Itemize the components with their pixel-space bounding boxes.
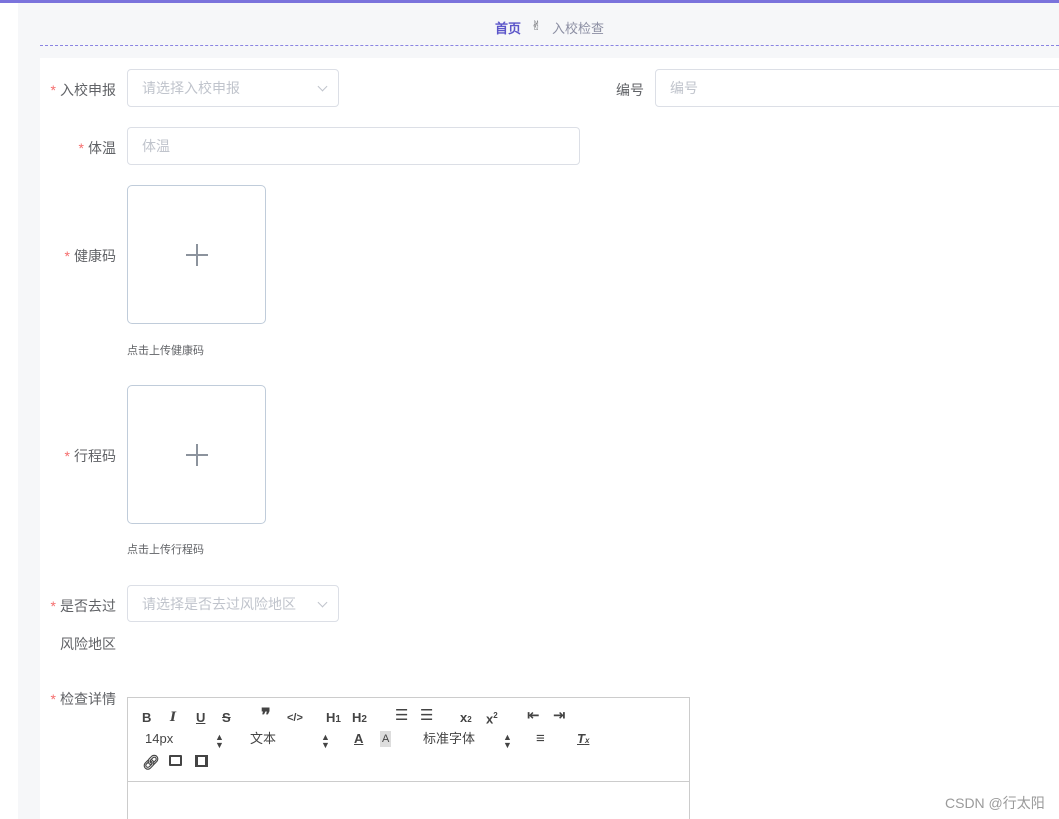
underline-icon[interactable]: U — [196, 710, 205, 726]
temperature-input[interactable]: 体温 — [127, 127, 580, 165]
trip-code-tip: 点击上传行程码 — [127, 544, 204, 556]
ordered-list-icon[interactable]: ☰ — [395, 708, 408, 724]
breadcrumb-home-link[interactable]: 首页 — [495, 18, 521, 37]
font-size-arrows-icon: ▲ ▼ — [215, 732, 224, 750]
number-input-placeholder: 编号 — [670, 80, 698, 96]
trip-code-label: * 行程码 — [64, 448, 116, 464]
blockquote-icon[interactable]: ❞ — [261, 707, 271, 725]
outdent-icon[interactable]: ⇤ — [527, 708, 540, 724]
code-block-icon[interactable]: </> — [287, 710, 303, 726]
superscript-icon[interactable]: x2 — [486, 708, 498, 727]
victory-hand-icon: ✌ — [531, 18, 542, 33]
header2-icon[interactable]: H2 — [352, 710, 367, 728]
temperature-input-placeholder: 体温 — [142, 138, 170, 154]
chevron-down-icon — [317, 81, 328, 92]
chevron-down-icon — [317, 597, 328, 608]
indent-icon[interactable]: ⇥ — [553, 708, 566, 724]
application-label: * 入校申报 — [50, 82, 116, 98]
risk-area-select[interactable]: 请选择是否去过风险地区 — [127, 585, 339, 622]
risk-area-select-placeholder: 请选择是否去过风险地区 — [142, 595, 296, 612]
bold-icon[interactable]: B — [142, 710, 151, 726]
editor-toolbar: B I U S ❞ </> H1 H2 ☰ ☰ x2 x2 ⇤ ⇥ 14px ▲… — [128, 698, 689, 782]
font-size-select[interactable]: 14px — [145, 731, 173, 747]
video-icon[interactable] — [195, 755, 208, 767]
health-code-tip: 点击上传健康码 — [127, 345, 204, 357]
breadcrumb-current: 入校检查 — [551, 21, 604, 36]
watermark: CSDN @行太阳 — [945, 795, 1045, 811]
trip-code-upload[interactable] — [127, 385, 266, 524]
temperature-label: * 体温 — [78, 140, 116, 156]
health-code-upload[interactable] — [127, 185, 266, 324]
breadcrumb: 首页 ✌ 入校检查 — [40, 18, 1059, 46]
text-color-icon[interactable]: A — [354, 731, 363, 747]
link-icon[interactable]: 🔗︎ — [142, 754, 160, 770]
subscript-icon[interactable]: x2 — [460, 710, 472, 728]
editor-content-area[interactable] — [128, 783, 689, 819]
number-label: 编号 — [616, 82, 644, 98]
header-arrows-icon: ▲ ▼ — [321, 732, 330, 750]
italic-icon[interactable]: I — [170, 710, 176, 726]
application-select-placeholder: 请选择入校申报 — [142, 80, 240, 96]
clear-format-icon[interactable]: Tx — [577, 731, 589, 749]
header-select[interactable]: 文本 — [250, 731, 276, 747]
rich-text-editor[interactable]: B I U S ❞ </> H1 H2 ☰ ☰ x2 x2 ⇤ ⇥ 14px ▲… — [127, 697, 690, 819]
background-color-icon[interactable]: A — [380, 731, 392, 747]
details-label: * 检查详情 — [50, 691, 116, 707]
image-icon[interactable] — [169, 755, 182, 766]
strikethrough-icon[interactable]: S — [222, 710, 231, 726]
risk-area-label-line2: 风险地区 — [60, 636, 116, 652]
font-family-select[interactable]: 标准字体 — [423, 731, 475, 747]
font-family-arrows-icon: ▲ ▼ — [503, 732, 512, 750]
header1-icon[interactable]: H1 — [326, 710, 341, 728]
plus-icon-vertical — [196, 244, 198, 266]
align-icon[interactable]: ≡ — [536, 731, 545, 747]
health-code-label: * 健康码 — [64, 248, 116, 264]
risk-area-label: * 是否去过 — [50, 598, 116, 614]
bullet-list-icon[interactable]: ☰ — [420, 708, 433, 724]
application-select[interactable]: 请选择入校申报 — [127, 69, 339, 107]
plus-icon-vertical — [196, 444, 198, 466]
number-input[interactable]: 编号 — [655, 69, 1059, 107]
